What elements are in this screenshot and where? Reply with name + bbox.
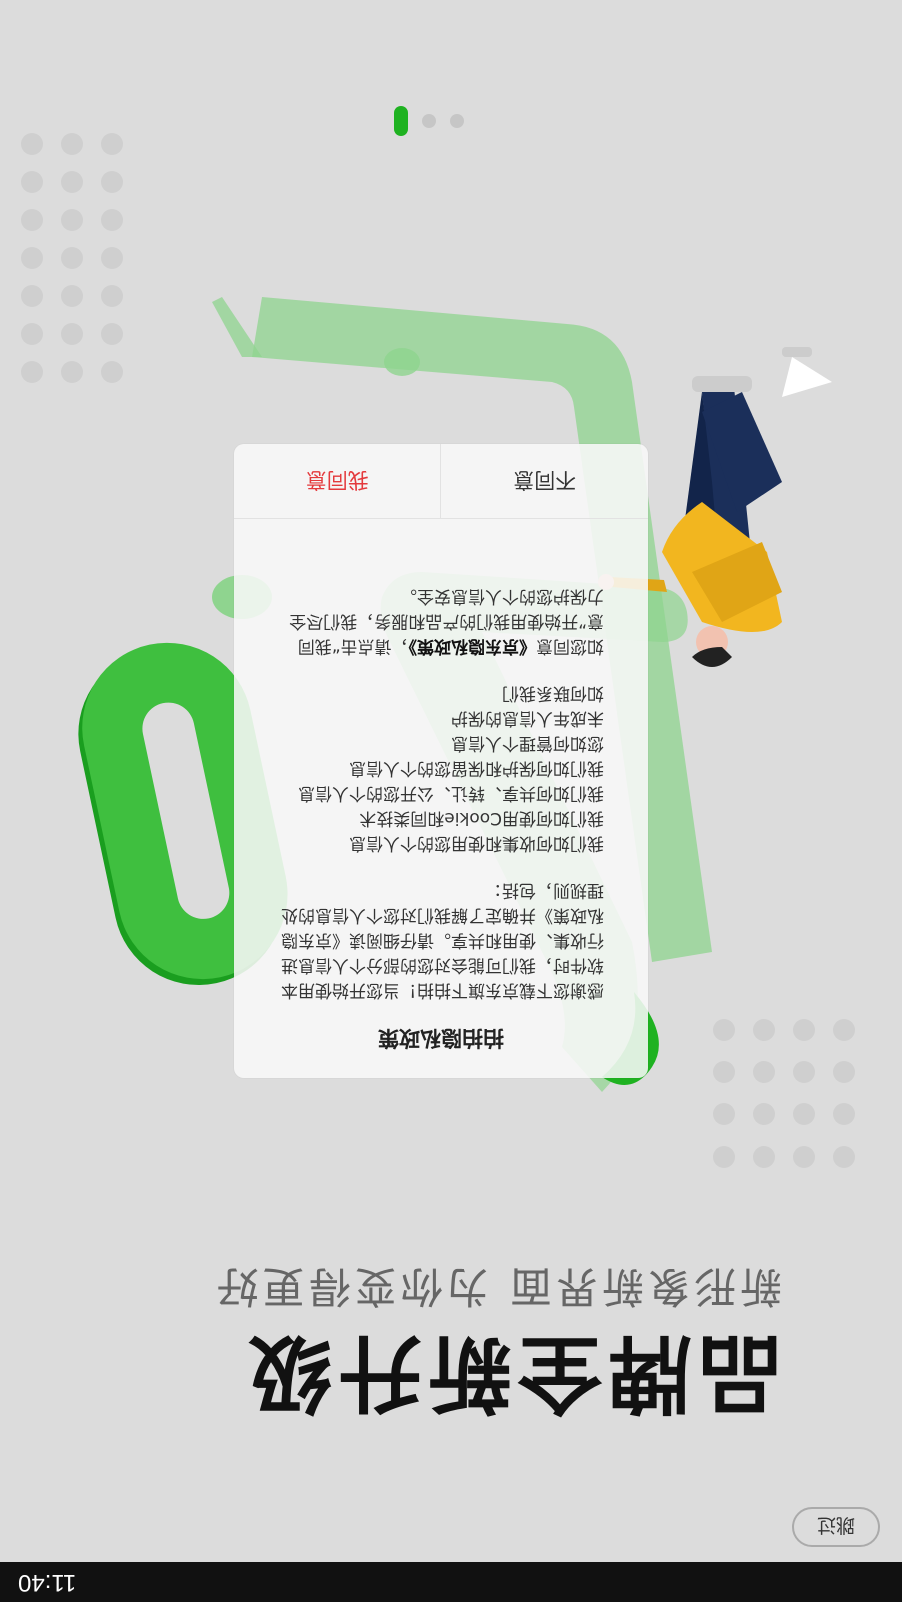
disagree-button[interactable]: 不同意 [440,444,648,518]
splash-screen: 11:40 跳过 品牌全新升级 新形象新界面 为你变得更好 拍拍隐私政策 感谢您… [0,0,902,1602]
agree-button[interactable]: 我同意 [234,444,441,518]
privacy-dialog: 拍拍隐私政策 感谢您下载京东旗下拍拍！当您开始使用本软件时，我们可能会对您的部分… [234,444,648,1078]
brand-subline: 新形象新界面 为你变得更好 [212,1262,782,1311]
dialog-item-6: 未成年人信息的保护 [451,708,604,728]
dialog-title: 拍拍隐私政策 [378,1026,504,1050]
dialog-consent: 如您同意《京东隐私政策》，请点击“我同意”开始使用我们的产品和服务，我们尽全力保… [278,583,604,658]
dialog-item-5: 您如何管理个人信息 [451,733,604,753]
dialog-item-3: 我们如何共享、转让、公开您的个人信息 [298,783,604,803]
brand-headline: 品牌全新升级 [241,1324,782,1422]
status-bar: 11:40 [0,1562,902,1602]
dialog-body: 感谢您下载京东旗下拍拍！当您开始使用本软件时，我们可能会对您的部分个人信息进行收… [278,583,604,1002]
dialog-item-7: 如何联系我们 [502,683,604,703]
dialog-intro: 感谢您下载京东旗下拍拍！当您开始使用本软件时，我们可能会对您的部分个人信息进行收… [281,880,604,1000]
dot-grid-bottom [21,133,123,383]
dialog-footer: 不同意 我同意 [234,444,648,519]
page-dot-2 [422,114,436,128]
page-dot-3-active [394,106,408,136]
dialog-item-4: 我们如何保护和保留您的个人信息 [349,758,604,778]
consent-prefix: 如您同意 [536,636,604,656]
page-dot-1 [450,114,464,128]
dialog-item-2: 我们如何使用Cookie和同类技术 [359,808,604,828]
dialog-item-1: 我们如何收集和使用您的个人信息 [349,833,604,853]
privacy-policy-link[interactable]: 《京东隐私政策》 [409,636,537,656]
page-indicator [386,100,466,140]
dot-grid-top [713,1019,855,1168]
status-time: 11:40 [18,1569,77,1596]
skip-button[interactable]: 跳过 [792,1507,880,1547]
